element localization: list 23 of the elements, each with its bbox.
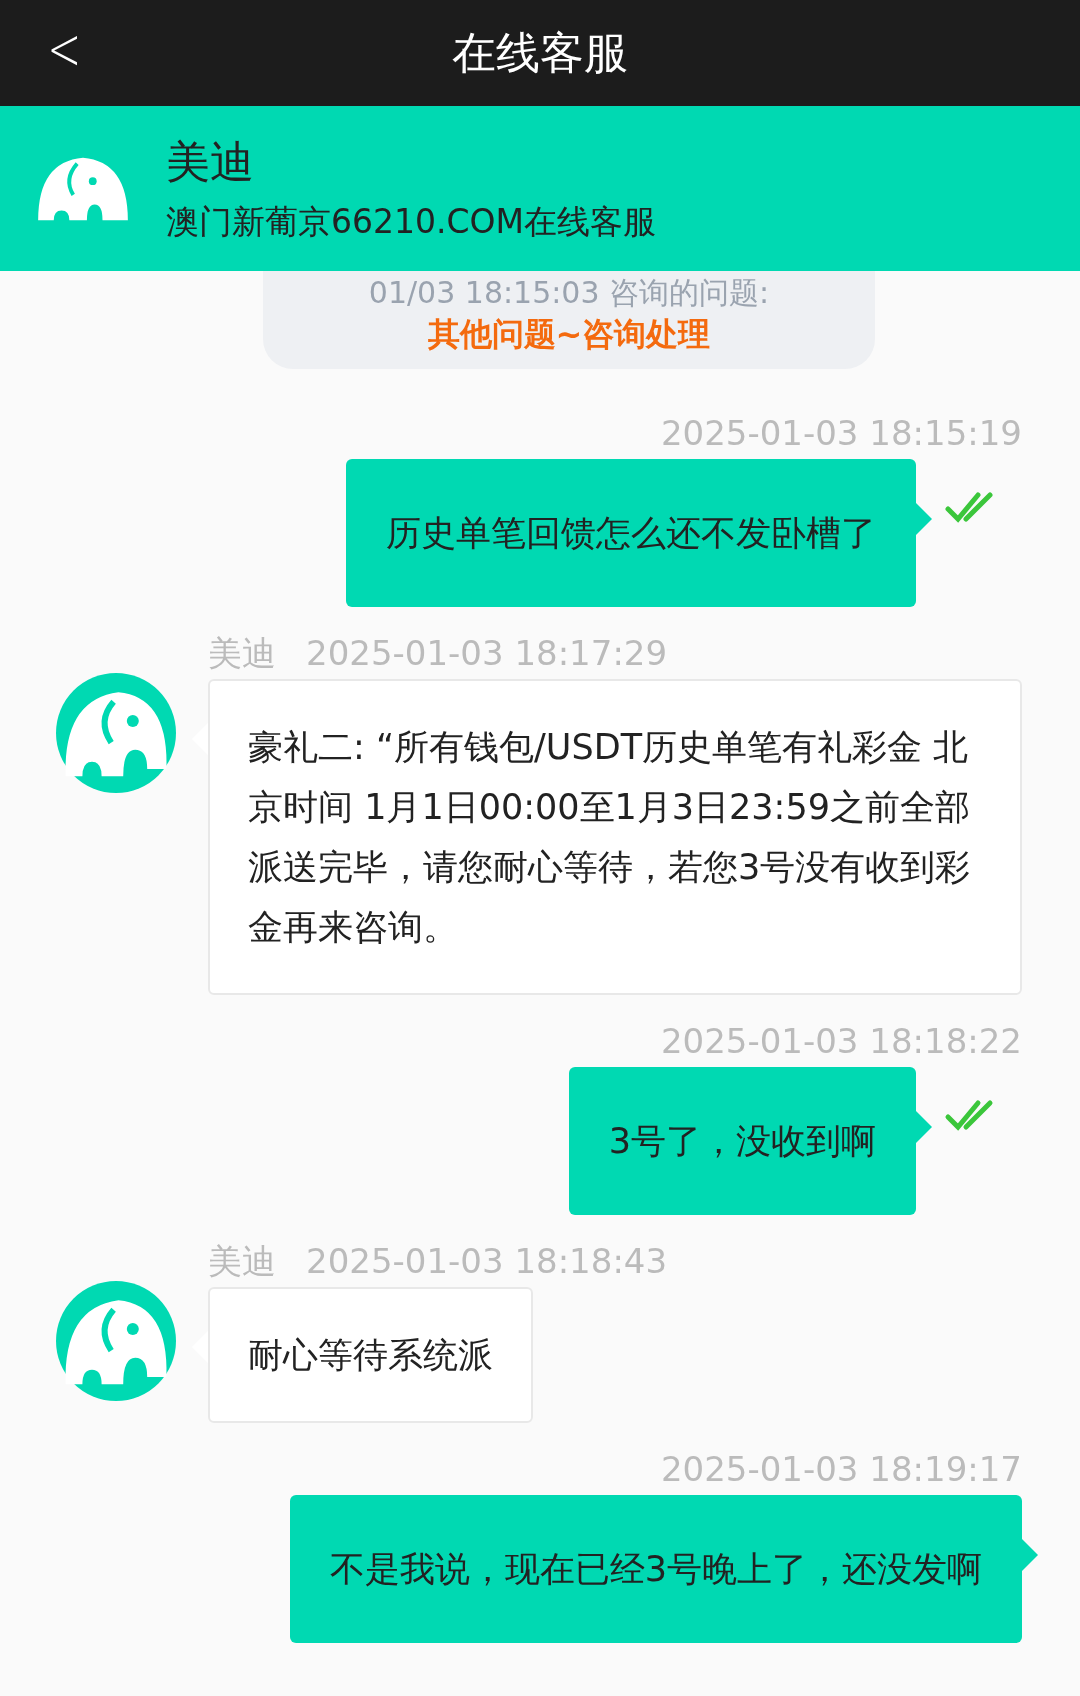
window-title: 在线客服 [452, 25, 628, 80]
back-button[interactable]: < [47, 14, 82, 84]
avatar-icon [56, 1281, 176, 1401]
message-bubble: 3号了，没收到啊 [568, 1067, 916, 1215]
message-time: 2025-01-03 18:19:17 [660, 1449, 1022, 1489]
message-time: 2025-01-03 18:18:43 [306, 1241, 668, 1281]
inquiry-time: 01/03 18:15:03 咨询的问题: [368, 274, 770, 312]
avatar-icon [56, 673, 176, 793]
message-bubble: 不是我说，现在已经3号晚上了，还没发啊 [289, 1495, 1022, 1643]
bubble-tail [1022, 1539, 1038, 1571]
message-time: 2025-01-03 18:18:22 [660, 1021, 1022, 1061]
message-bubble: 历史单笔回馈怎么还不发卧槽了 [346, 459, 916, 607]
bubble-tail [916, 1111, 932, 1143]
agent-name: 美迪 [166, 134, 255, 189]
message-bubble: 耐心等待系统派 [208, 1287, 533, 1423]
sender-name: 美迪 [208, 1241, 276, 1281]
sender-name: 美迪 [208, 633, 276, 673]
message-time: 2025-01-03 18:15:19 [660, 413, 1022, 453]
inquiry-topic: 其他问题~咨询处理 [427, 314, 711, 355]
agent-subtitle: 澳门新葡京66210.COM在线客服 [166, 200, 656, 243]
message-bubble: 豪礼二: “所有钱包/USDT历史单笔有礼彩金 北京时间 1月1日00:00至1月3日23:59之前全部派送完毕，请您耐心等待，若您3号没有收到彩金再来咨询。 [208, 679, 1022, 995]
bubble-tail [916, 503, 932, 535]
message-time: 2025-01-03 18:17:29 [306, 633, 668, 673]
